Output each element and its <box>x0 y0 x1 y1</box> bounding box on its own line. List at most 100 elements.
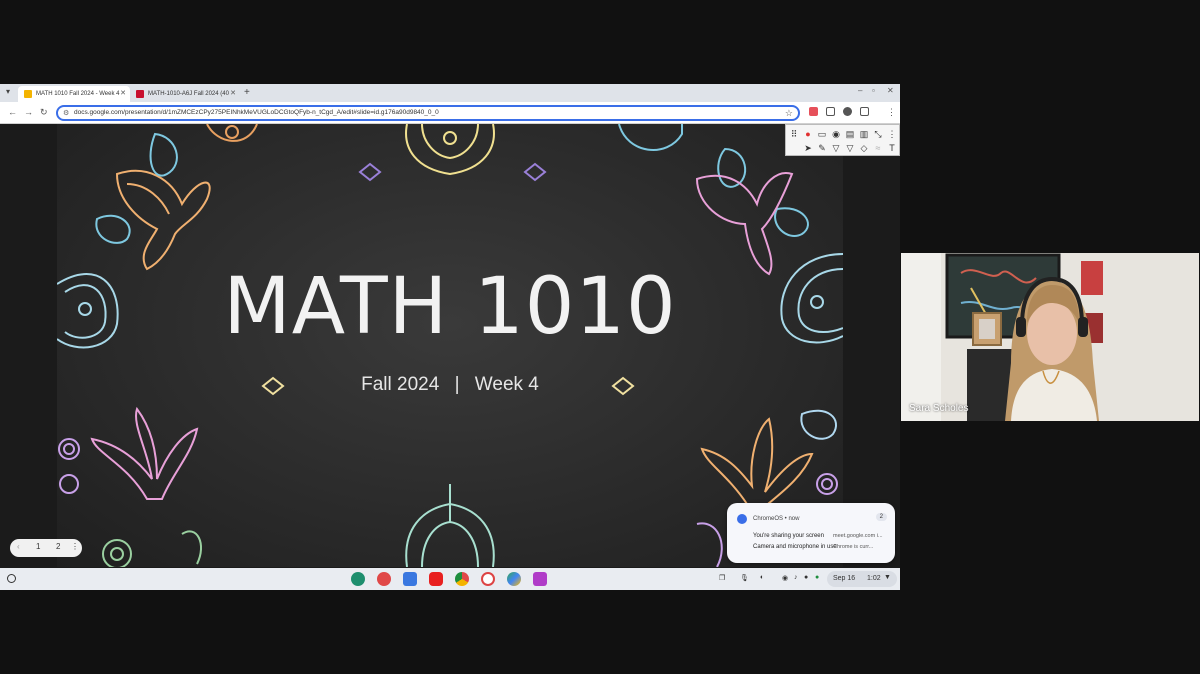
record-status-icon[interactable]: ◉ <box>782 574 788 582</box>
time-label: 1:02 <box>867 575 881 582</box>
cast-icon[interactable]: ◐ <box>760 574 764 581</box>
google-slides-icon <box>24 90 32 98</box>
tab-title: MATH-1010-A6J Fall 2024 (40 <box>148 91 229 97</box>
collapse-icon[interactable]: ⤡ <box>872 128 884 140</box>
maximize-icon[interactable]: ▫ <box>872 86 875 95</box>
paisley-doodle <box>800 409 837 440</box>
pointer-icon[interactable]: ➤ <box>802 142 814 154</box>
camera-mic-detail: Chrome is curr... <box>833 544 874 550</box>
chromeos-shelf: ❐ 🎙 ◐ ◉ ♪ ● ● Sep 16 1:02 ▼ <box>0 568 900 590</box>
url-text: docs.google.com/presentation/d/1mZMCEzCP… <box>74 109 439 116</box>
extension-icon[interactable] <box>843 107 852 116</box>
close-icon[interactable]: ✕ <box>120 89 126 97</box>
butterfly-doodle <box>115 169 211 271</box>
notification-count[interactable]: 2 <box>875 513 887 521</box>
docs-app-icon[interactable] <box>403 572 417 586</box>
camera-status-icon[interactable]: ● <box>804 574 808 581</box>
notification-source: ChromeOS • now <box>753 516 800 522</box>
slide-options-icon[interactable]: ⋮ <box>71 542 79 551</box>
highlighter-icon[interactable]: ▽ <box>830 142 842 154</box>
sharing-screen-text: You're sharing your screen <box>753 533 824 539</box>
save-icon[interactable]: ▤ <box>844 128 856 140</box>
screencast-app-icon[interactable] <box>377 572 391 586</box>
tab-search-icon[interactable]: ▾ <box>6 87 10 96</box>
gmail-app-icon[interactable] <box>481 572 495 586</box>
eraser-icon[interactable]: ◇ <box>858 142 870 154</box>
meet-presentation-view: ▾ MATH 1010 Fall 2024 - Week 4 ✕ MATH-10… <box>0 0 1200 674</box>
current-slide-number: 1 <box>36 542 41 551</box>
trash-icon[interactable]: ▥ <box>858 128 870 140</box>
presentation-slide: MATH 1010 Fall 2024 | Week 4 <box>57 124 843 567</box>
browser-toolbar: ← → ↻ ⚙ docs.google.com/presentation/d/1… <box>0 102 900 124</box>
lily-doodle <box>700 417 814 511</box>
slide-subtitle: Fall 2024 | Week 4 <box>57 374 843 396</box>
launcher-icon[interactable] <box>7 574 16 583</box>
date-label: Sep 16 <box>833 575 856 582</box>
butterfly-doodle <box>695 172 794 276</box>
subtitle-separator: | <box>454 374 460 395</box>
new-tab-button[interactable]: + <box>244 87 250 98</box>
back-arrow-icon[interactable]: ← <box>8 107 17 117</box>
previous-slide-icon[interactable]: ‹ <box>17 542 20 551</box>
shared-screen: ▾ MATH 1010 Fall 2024 - Week 4 ✕ MATH-10… <box>0 84 900 590</box>
bookmark-star-icon[interactable]: ☆ <box>785 108 793 119</box>
close-icon[interactable]: ✕ <box>230 89 236 97</box>
slide-title: MATH 1010 <box>223 262 677 352</box>
paisley-doodle <box>95 132 178 244</box>
extension-icon[interactable] <box>809 107 818 116</box>
site-info-icon[interactable]: ⚙ <box>63 109 69 117</box>
pen-icon[interactable]: ✎ <box>816 142 828 154</box>
address-bar[interactable]: ⚙ docs.google.com/presentation/d/1mZMCEz… <box>56 105 800 121</box>
close-window-icon[interactable]: ✕ <box>887 86 894 95</box>
forward-arrow-icon[interactable]: → <box>24 107 33 117</box>
play-store-app-icon[interactable] <box>507 572 521 586</box>
meet-app-icon[interactable] <box>351 572 365 586</box>
next-slide-number[interactable]: 2 <box>56 542 60 551</box>
laser-icon[interactable]: ≈ <box>872 142 884 154</box>
mic-status-icon[interactable]: ♪ <box>794 574 798 581</box>
extra-app-icon[interactable] <box>533 572 547 586</box>
sharing-indicator-icon[interactable]: ● <box>815 574 819 581</box>
flower-doodle <box>102 530 202 567</box>
screen-share-notification[interactable]: ChromeOS • now 2 You're sharing your scr… <box>727 503 895 563</box>
participant-video <box>901 253 1199 421</box>
microphone-icon[interactable]: 🎙 <box>740 574 749 582</box>
floral-doodle <box>206 124 258 142</box>
slide-navigation: ‹ 1 2 ⋮ <box>10 539 82 557</box>
eye-icon[interactable]: ◉ <box>830 128 842 140</box>
wifi-icon: ▼ <box>884 574 891 581</box>
text-tool-icon[interactable]: T <box>886 142 898 154</box>
screen-capture-icon[interactable]: ❐ <box>719 574 725 582</box>
record-icon[interactable]: ● <box>802 128 814 140</box>
tab-title: MATH 1010 Fall 2024 - Week 4 <box>36 91 120 97</box>
lily-doodle <box>90 406 199 500</box>
tab-math-1010-canvas[interactable]: MATH-1010-A6J Fall 2024 (40 ✕ <box>130 86 240 102</box>
drag-handle-icon[interactable]: ⠿ <box>788 128 800 140</box>
youtube-app-icon[interactable] <box>429 572 443 586</box>
spiral-doodle <box>58 438 80 494</box>
reload-icon[interactable]: ↻ <box>40 107 48 118</box>
participant-video-tile[interactable]: Sara Scholes <box>901 253 1199 421</box>
browser-menu-icon[interactable]: ⋮ <box>887 107 896 118</box>
term-label: Fall 2024 <box>361 374 440 395</box>
screen-icon[interactable]: ▭ <box>816 128 828 140</box>
sharing-screen-detail: meet.google.com i... <box>833 533 883 539</box>
marker-icon[interactable]: ▽ <box>844 142 856 154</box>
chrome-app-icon[interactable] <box>455 572 469 586</box>
lotus-doodle <box>405 484 495 567</box>
tab-math-1010-slides[interactable]: MATH 1010 Fall 2024 - Week 4 ✕ <box>18 86 130 102</box>
camera-mic-text: Camera and microphone in use <box>753 544 837 550</box>
minimize-icon[interactable]: – <box>858 86 862 95</box>
university-logo-icon <box>136 90 144 98</box>
extensions-puzzle-icon[interactable] <box>860 107 869 116</box>
diamond-doodle <box>358 162 547 182</box>
more-icon[interactable]: ⋮ <box>886 128 898 140</box>
annotation-toolbar: ⠿ ● ▭ ◉ ▤ ▥ ⤡ ⋮ ➤ ✎ ▽ ▽ ◇ ≈ T <box>785 124 900 156</box>
week-label: Week 4 <box>474 374 539 395</box>
chromeos-icon <box>737 514 747 524</box>
extension-icon[interactable] <box>826 107 835 116</box>
participant-name: Sara Scholes <box>909 403 969 414</box>
browser-tab-strip: ▾ MATH 1010 Fall 2024 - Week 4 ✕ MATH-10… <box>0 84 900 102</box>
lotus-doodle <box>405 124 495 176</box>
status-tray[interactable]: Sep 16 1:02 ▼ <box>827 571 897 587</box>
